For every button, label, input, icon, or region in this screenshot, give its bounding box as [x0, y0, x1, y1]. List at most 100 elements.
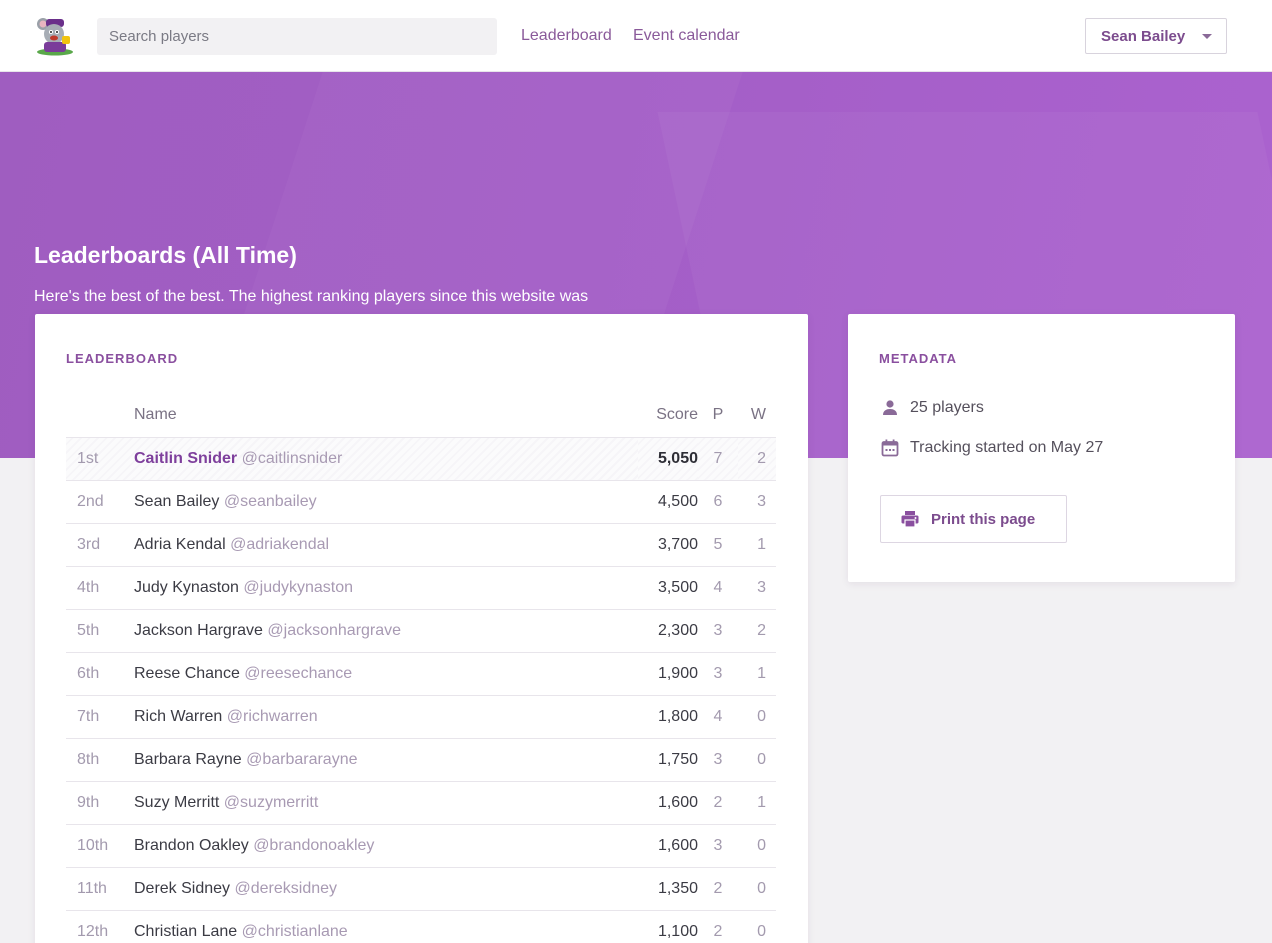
player-handle: @reesechance [244, 664, 353, 682]
player-cell: Jackson Hargrave @jacksonhargrave [134, 609, 638, 653]
column-header-w[interactable]: W [738, 394, 776, 438]
player-name-link[interactable]: Adria Kendal [134, 536, 226, 553]
wins-cell: 2 [738, 437, 776, 481]
page-title: Leaderboards (All Time) [34, 242, 297, 268]
table-row[interactable]: 10th Brandon Oakley @brandonoakley 1,600 3 0 [66, 824, 776, 868]
player-name-link[interactable]: Reese Chance [134, 665, 240, 682]
table-row[interactable]: 1st Caitlin Snider @caitlinsnider 5,050 7 2 [66, 437, 776, 481]
player-name-link[interactable]: Judy Kynaston [134, 579, 239, 596]
rank-cell: 2nd [66, 480, 134, 524]
score-cell: 1,900 [638, 652, 698, 696]
printer-icon [901, 511, 919, 528]
wins-cell: 0 [738, 695, 776, 739]
player-cell: Suzy Merritt @suzymerritt [134, 781, 638, 825]
score-cell: 4,500 [638, 480, 698, 524]
nav-link-leaderboard[interactable]: Leaderboard [521, 26, 612, 46]
rank-cell: 11th [66, 867, 134, 911]
table-header-row: Name Score P W [66, 394, 776, 438]
score-cell: 2,300 [638, 609, 698, 653]
played-cell: 7 [698, 437, 738, 481]
table-row[interactable]: 11th Derek Sidney @dereksidney 1,350 2 0 [66, 867, 776, 911]
wins-cell: 1 [738, 652, 776, 696]
column-header-rank [66, 394, 134, 438]
player-name-link[interactable]: Christian Lane [134, 923, 237, 940]
rank-cell: 6th [66, 652, 134, 696]
person-icon [883, 400, 897, 415]
leaderboard-card: LEADERBOARD Name Score P W 1st Caitlin Sn… [35, 314, 808, 943]
nav-link-event-calendar[interactable]: Event calendar [633, 26, 740, 46]
player-name-link[interactable]: Sean Bailey [134, 493, 219, 510]
wins-cell: 0 [738, 867, 776, 911]
wins-cell: 1 [738, 523, 776, 567]
player-cell: Adria Kendal @adriakendal [134, 523, 638, 567]
table-row[interactable]: 5th Jackson Hargrave @jacksonhargrave 2,30… [66, 609, 776, 653]
player-name-link[interactable]: Brandon Oakley [134, 837, 249, 854]
player-cell: Reese Chance @reesechance [134, 652, 638, 696]
played-cell: 4 [698, 695, 738, 739]
player-cell: Barbara Rayne @barbararayne [134, 738, 638, 782]
player-handle: @caitlinsnider [241, 449, 343, 467]
player-cell: Caitlin Snider @caitlinsnider [134, 437, 638, 481]
table-row[interactable]: 8th Barbara Rayne @barbararayne 1,750 3 0 [66, 738, 776, 782]
played-cell: 5 [698, 523, 738, 567]
player-count: 25 players [880, 398, 984, 418]
player-name-link[interactable]: Jackson Hargrave [134, 622, 263, 639]
player-handle: @suzymerritt [223, 793, 319, 811]
table-row[interactable]: 9th Suzy Merritt @suzymerritt 1,600 2 1 [66, 781, 776, 825]
wins-cell: 0 [738, 910, 776, 943]
caret-down-icon [1202, 34, 1212, 39]
played-cell: 2 [698, 910, 738, 943]
rank-cell: 5th [66, 609, 134, 653]
table-row[interactable]: 3rd Adria Kendal @adriakendal 3,700 5 1 [66, 523, 776, 567]
wins-cell: 0 [738, 824, 776, 868]
table-row[interactable]: 7th Rich Warren @richwarren 1,800 4 0 [66, 695, 776, 739]
wins-cell: 1 [738, 781, 776, 825]
leaderboard-heading: LEADERBOARD [66, 351, 179, 366]
player-cell: Christian Lane @christianlane [134, 910, 638, 943]
rank-cell: 9th [66, 781, 134, 825]
metadata-heading: METADATA [879, 351, 958, 366]
player-name-link[interactable]: Rich Warren [134, 708, 222, 725]
column-header-name[interactable]: Name [134, 394, 638, 438]
search-input[interactable] [97, 18, 497, 55]
tracking-start: Tracking started on May 27 [880, 438, 1103, 458]
table-row[interactable]: 2nd Sean Bailey @seanbailey 4,500 6 3 [66, 480, 776, 524]
player-name-link[interactable]: Caitlin Snider [134, 450, 237, 467]
player-cell: Derek Sidney @dereksidney [134, 867, 638, 911]
column-header-p[interactable]: P [698, 394, 738, 438]
played-cell: 3 [698, 652, 738, 696]
metadata-card: METADATA 25 players Tracking started on … [848, 314, 1235, 582]
leaderboard-table: Name Score P W 1st Caitlin Snider @caitli… [66, 394, 776, 943]
tracking-start-text: Tracking started on May 27 [910, 439, 1104, 456]
table-row[interactable]: 12th Christian Lane @christianlane 1,100 2 0 [66, 910, 776, 943]
score-cell: 1,600 [638, 824, 698, 868]
score-cell: 5,050 [638, 437, 698, 481]
rank-cell: 8th [66, 738, 134, 782]
print-page-button[interactable]: Print this page [880, 495, 1067, 543]
rank-cell: 7th [66, 695, 134, 739]
player-cell: Judy Kynaston @judykynaston [134, 566, 638, 610]
player-cell: Sean Bailey @seanbailey [134, 480, 638, 524]
player-name-link[interactable]: Derek Sidney [134, 880, 230, 897]
score-cell: 1,750 [638, 738, 698, 782]
wins-cell: 2 [738, 609, 776, 653]
player-handle: @christianlane [241, 922, 348, 940]
rank-cell: 12th [66, 910, 134, 943]
player-handle: @judykynaston [243, 578, 354, 596]
table-row[interactable]: 6th Reese Chance @reesechance 1,900 3 1 [66, 652, 776, 696]
player-count-text: 25 players [910, 399, 984, 416]
wins-cell: 3 [738, 480, 776, 524]
player-cell: Rich Warren @richwarren [134, 695, 638, 739]
column-header-score[interactable]: Score [638, 394, 698, 438]
player-handle: @barbararayne [246, 750, 358, 768]
player-name-link[interactable]: Barbara Rayne [134, 751, 242, 768]
player-name-link[interactable]: Suzy Merritt [134, 794, 219, 811]
player-cell: Brandon Oakley @brandonoakley [134, 824, 638, 868]
player-handle: @richwarren [226, 707, 318, 725]
mascot-logo[interactable] [34, 16, 76, 56]
player-handle: @adriakendal [230, 535, 330, 553]
score-cell: 1,600 [638, 781, 698, 825]
played-cell: 2 [698, 781, 738, 825]
user-menu-dropdown[interactable]: Sean Bailey [1085, 18, 1227, 54]
table-row[interactable]: 4th Judy Kynaston @judykynaston 3,500 4 3 [66, 566, 776, 610]
